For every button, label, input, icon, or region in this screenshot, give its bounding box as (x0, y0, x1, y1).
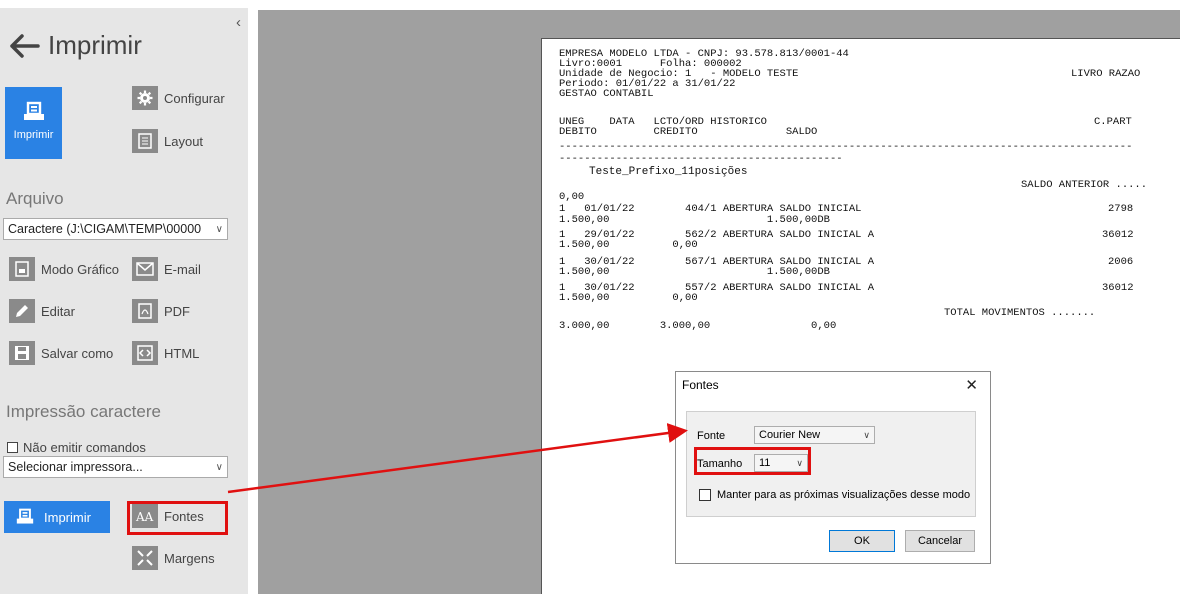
total-movimentos-label: TOTAL MOVIMENTOS ....... (944, 307, 1096, 319)
printer-icon (23, 101, 44, 120)
imprimir-large-label: Imprimir (13, 129, 54, 141)
imprimir-button-label: Imprimir (44, 509, 91, 525)
saldo-anterior-value: 0,00 (559, 191, 585, 203)
fontes-button[interactable]: AA Fontes (132, 504, 204, 528)
impressao-caractere-header: Impressão caractere (6, 402, 161, 421)
tamanho-label: Tamanho (697, 458, 743, 470)
save-icon (9, 341, 35, 365)
entry-cpart: 36012 (1102, 282, 1134, 294)
chevron-down-icon: ∨ (215, 223, 223, 235)
configurar-button[interactable]: Configurar (132, 86, 225, 110)
font-icon: AA (132, 504, 158, 528)
chevron-down-icon: ∨ (215, 461, 223, 473)
entry-cpart: 2006 (1108, 256, 1134, 268)
modo-grafico-label: Modo Gráfico (41, 261, 120, 277)
html-label: HTML (164, 345, 200, 361)
nao-emitir-comandos-checkbox[interactable]: Não emitir comandos (7, 440, 146, 455)
tamanho-select[interactable]: 11 ∨ (754, 454, 808, 472)
separator-line: ----------------------------------------… (559, 154, 843, 164)
configurar-label: Configurar (164, 90, 225, 106)
cpart-column-header: C.PART (1094, 116, 1132, 128)
email-label: E-mail (164, 261, 201, 277)
pdf-label: PDF (164, 303, 190, 319)
entry-line: 1.500,00 0,00 (559, 292, 698, 304)
printer-select[interactable]: Selecionar impressora... ∨ (3, 456, 228, 478)
pdf-button[interactable]: PDF (132, 299, 190, 323)
pencil-icon (9, 299, 35, 323)
separator-line: ----------------------------------------… (559, 142, 1133, 152)
entry-cpart: 2798 (1108, 203, 1134, 215)
total-values-line: 3.000,00 3.000,00 0,00 (559, 320, 837, 332)
salvar-como-button[interactable]: Salvar como (9, 341, 113, 365)
email-button[interactable]: E-mail (132, 257, 201, 281)
printer-icon (16, 508, 34, 524)
report-column-header: DEBITO CREDITO SALDO (559, 126, 818, 138)
margins-icon (132, 546, 158, 570)
close-icon[interactable]: ✕ (965, 376, 978, 394)
fontes-label: Fontes (164, 508, 204, 524)
nao-emitir-comandos-label: Não emitir comandos (23, 440, 146, 455)
modo-grafico-button[interactable]: Modo Gráfico (9, 257, 119, 281)
livro-razao-label: LIVRO RAZAO (1071, 68, 1141, 80)
account-name: Teste_Prefixo_11posições (589, 166, 748, 178)
editar-button[interactable]: Editar (9, 299, 75, 323)
html-icon (132, 341, 158, 365)
page-title-text: Imprimir (48, 30, 142, 60)
dialog-title: Fontes (682, 378, 719, 392)
arquivo-section-header: Arquivo (6, 189, 64, 208)
manter-label: Manter para as próximas visualizações de… (717, 489, 971, 501)
layout-button[interactable]: Layout (132, 129, 203, 153)
checkbox-box[interactable] (699, 489, 711, 501)
layout-label: Layout (164, 133, 204, 149)
ok-button[interactable]: OK (829, 530, 895, 552)
fonte-select-value: Courier New (759, 429, 821, 441)
fonte-label: Fonte (697, 430, 726, 442)
collapse-sidebar-icon[interactable]: ‹ (236, 14, 241, 31)
fontes-dialog: Fontes ✕ Fonte Courier New ∨ Tamanho 11 … (675, 371, 991, 564)
printer-select-value: Selecionar impressora... (8, 460, 143, 474)
saldo-anterior-label: SALDO ANTERIOR ..... (1021, 179, 1148, 191)
entry-line: 1.500,00 1.500,00DB (559, 214, 830, 226)
tamanho-select-value: 11 (759, 457, 771, 469)
salvar-como-label: Salvar como (41, 345, 114, 361)
pdf-icon (132, 299, 158, 323)
margens-label: Margens (164, 550, 215, 566)
entry-line: 1 01/01/22 404/1 ABERTURA SALDO INICIAL (559, 203, 862, 215)
svg-text:AA: AA (135, 510, 154, 524)
page-title: Imprimir (8, 30, 142, 61)
graphic-mode-icon (9, 257, 35, 281)
manter-checkbox[interactable]: Manter para as próximas visualizações de… (699, 489, 970, 501)
imprimir-button[interactable]: Imprimir (4, 501, 110, 533)
entry-cpart: 36012 (1102, 229, 1134, 241)
entry-line: 1.500,00 1.500,00DB (559, 266, 830, 278)
cancel-button[interactable]: Cancelar (905, 530, 975, 552)
font-settings-group: Fonte Courier New ∨ Tamanho 11 ∨ Manter … (686, 411, 976, 517)
checkbox-box[interactable] (7, 442, 18, 453)
back-arrow-icon[interactable] (8, 32, 40, 60)
imprimir-large-button[interactable]: Imprimir (5, 87, 62, 159)
margens-button[interactable]: Margens (132, 546, 215, 570)
editar-label: Editar (41, 303, 75, 319)
entry-line: 1.500,00 0,00 (559, 239, 698, 251)
chevron-down-icon: ∨ (796, 457, 803, 468)
html-button[interactable]: HTML (132, 341, 199, 365)
chevron-down-icon: ∨ (863, 429, 870, 440)
fonte-select[interactable]: Courier New ∨ (754, 426, 875, 444)
document-icon (132, 129, 158, 153)
email-icon (132, 257, 158, 281)
print-sidebar: ‹ Imprimir Imprimir Configurar Layout Ar… (0, 8, 248, 594)
arquivo-select[interactable]: Caractere (J:\CIGAM\TEMP\00000 ∨ (3, 218, 228, 240)
gear-icon (132, 86, 158, 110)
arquivo-select-value: Caractere (J:\CIGAM\TEMP\00000 (8, 222, 202, 236)
report-header-line: GESTAO CONTABIL (559, 88, 654, 100)
